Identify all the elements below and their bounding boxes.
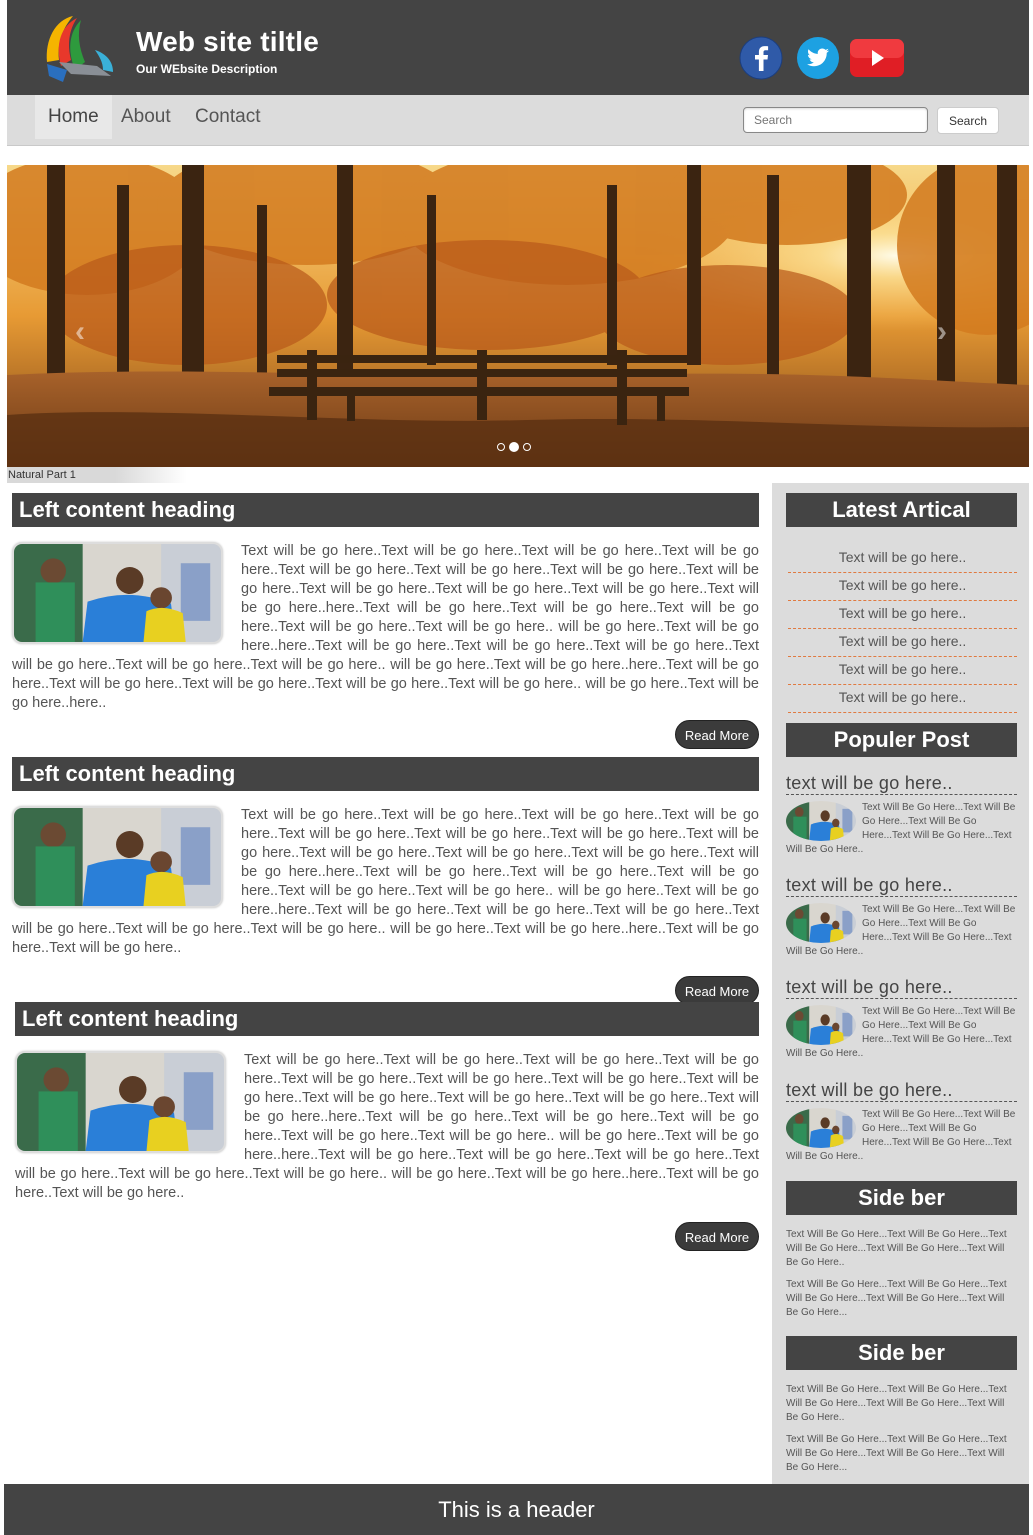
article-heading[interactable]: Left content heading (15, 1002, 759, 1036)
popular-post-thumbnail (786, 801, 856, 841)
popular-post-title[interactable]: text will be go here.. (786, 977, 1017, 999)
popular-post-body: Text Will Be Go Here...Text Will Be Go H… (786, 801, 1017, 857)
popular-post-thumbnail (786, 1005, 856, 1045)
latest-article-item[interactable]: Text will be go here.. (788, 657, 1017, 685)
sidebar-heading-1: Side ber (786, 1181, 1017, 1215)
latest-article-item[interactable]: Text will be go here.. (788, 685, 1017, 713)
sidebar-heading-2: Side ber (786, 1336, 1017, 1370)
popular-post-body: Text Will Be Go Here...Text Will Be Go H… (786, 1108, 1017, 1164)
site-logo[interactable] (37, 10, 117, 90)
latest-article-item[interactable]: Text will be go here.. (788, 629, 1017, 657)
article-body: Text will be go here..Text will be go he… (12, 542, 759, 713)
site-header: Web site tiltle Our WEbsite Description (7, 0, 1029, 95)
twitter-icon[interactable] (796, 36, 840, 80)
slider-dot[interactable] (523, 443, 531, 451)
slider-image-autumn-forest (7, 165, 1029, 467)
latest-article-list: Text will be go here.. Text will be go he… (788, 545, 1017, 713)
latest-article-item[interactable]: Text will be go here.. (788, 573, 1017, 601)
popular-post-title[interactable]: text will be go here.. (786, 875, 1017, 897)
latest-article-item[interactable]: Text will be go here.. (788, 545, 1017, 573)
sidebar: Latest Artical Text will be go here.. Tex… (772, 483, 1029, 1484)
sidebar-text-1: Text Will Be Go Here...Text Will Be Go H… (786, 1229, 1007, 1268)
article-thumbnail (12, 542, 223, 644)
slider-dot[interactable] (509, 442, 519, 452)
slider-prev-arrow[interactable]: ‹ (75, 315, 85, 349)
slider-caption: Natural Part 1 (7, 467, 187, 483)
popular-post-thumbnail (786, 903, 856, 943)
popular-post[interactable]: text will be go here.. Text Will Be Go He… (786, 875, 1017, 959)
slider-dot[interactable] (497, 443, 505, 451)
popular-post-heading: Populer Post (786, 723, 1017, 757)
sidebar-text-3: Text Will Be Go Here...Text Will Be Go H… (786, 1384, 1007, 1423)
sidebar-text-2: Text Will Be Go Here...Text Will Be Go H… (786, 1279, 1007, 1318)
article-body: Text will be go here..Text will be go he… (15, 1051, 759, 1203)
popular-post-title[interactable]: text will be go here.. (786, 1080, 1017, 1102)
nav-contact[interactable]: Contact (182, 95, 273, 139)
popular-post[interactable]: text will be go here.. Text Will Be Go He… (786, 977, 1017, 1061)
main-nav: Home About Contact Search (7, 95, 1029, 146)
latest-article-item[interactable]: Text will be go here.. (788, 601, 1017, 629)
article: Left content heading Text will be go here… (12, 757, 759, 1005)
site-description: Our WEbsite Description (136, 62, 278, 76)
site-title[interactable]: Web site tiltle (136, 26, 319, 58)
article-thumbnail (15, 1051, 226, 1153)
read-more-button[interactable]: Read More (675, 720, 759, 749)
read-more-button[interactable]: Read More (675, 1222, 759, 1251)
sidebar-text-4: Text Will Be Go Here...Text Will Be Go H… (786, 1434, 1007, 1473)
nav-about[interactable]: About (108, 95, 184, 139)
popular-post-thumbnail (786, 1108, 856, 1148)
facebook-icon[interactable] (739, 36, 783, 80)
article-body: Text will be go here..Text will be go he… (12, 806, 759, 958)
popular-post-body: Text Will Be Go Here...Text Will Be Go H… (786, 1005, 1017, 1061)
article: Left content heading Text will be go here… (15, 1002, 759, 1251)
slider-dots (497, 442, 531, 452)
popular-post-body: Text Will Be Go Here...Text Will Be Go H… (786, 903, 1017, 959)
youtube-icon[interactable] (849, 38, 905, 78)
image-slider[interactable]: ‹ › (7, 165, 1029, 467)
read-more-button[interactable]: Read More (675, 976, 759, 1005)
slider-next-arrow[interactable]: › (937, 315, 947, 349)
article: Left content heading Text will be go here… (12, 493, 759, 749)
article-heading[interactable]: Left content heading (12, 493, 759, 527)
article-thumbnail (12, 806, 223, 908)
popular-post-title[interactable]: text will be go here.. (786, 773, 1017, 795)
popular-post[interactable]: text will be go here.. Text Will Be Go He… (786, 773, 1017, 857)
article-heading[interactable]: Left content heading (12, 757, 759, 791)
search-button[interactable]: Search (937, 107, 999, 134)
search-input[interactable] (743, 107, 928, 133)
nav-home[interactable]: Home (35, 95, 112, 139)
popular-post[interactable]: text will be go here.. Text Will Be Go He… (786, 1080, 1017, 1164)
page-footer: This is a header (4, 1484, 1029, 1535)
latest-article-heading: Latest Artical (786, 493, 1017, 527)
